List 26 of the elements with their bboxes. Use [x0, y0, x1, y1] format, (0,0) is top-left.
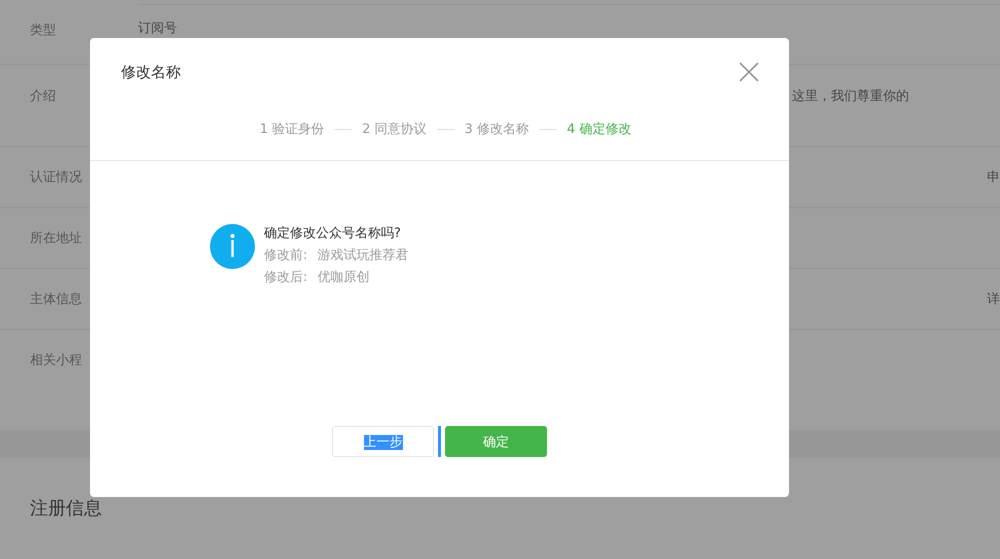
- detail-label: 修改前:: [264, 247, 308, 264]
- confirm-question: 确定修改公众号名称吗?: [264, 225, 402, 242]
- detail-value: 优咖原创: [317, 269, 370, 286]
- step-label: 3 修改名称: [464, 121, 529, 138]
- step-label: 1 验证身份: [260, 121, 324, 138]
- field-label: 所在地址: [30, 230, 83, 247]
- field-value: 这里，我们尊重你的: [792, 88, 909, 105]
- confirm-button[interactable]: 确定: [445, 426, 547, 457]
- field-label: 主体信息: [30, 291, 83, 308]
- info-icon: [210, 224, 255, 269]
- step-label: 4 确定修改: [566, 121, 632, 138]
- field-value: 订阅号: [138, 21, 177, 37]
- field-label: 介绍: [30, 88, 57, 105]
- field-value: 申: [987, 169, 1000, 186]
- detail-value: 游戏试玩推荐君: [317, 247, 408, 264]
- detail-label: 修改后:: [264, 269, 308, 286]
- focus-bar: [438, 426, 441, 457]
- close-icon[interactable]: [739, 62, 759, 82]
- dialog-title: 修改名称: [121, 62, 181, 82]
- section-title: 注册信息: [30, 497, 102, 520]
- field-value: 详: [987, 291, 1000, 308]
- field-label: 相关小程: [30, 352, 83, 369]
- step-label: 2 同意协议: [362, 121, 426, 138]
- field-label: 类型: [30, 22, 57, 39]
- field-label: 认证情况: [30, 169, 83, 186]
- back-button[interactable]: 上一步: [332, 426, 434, 457]
